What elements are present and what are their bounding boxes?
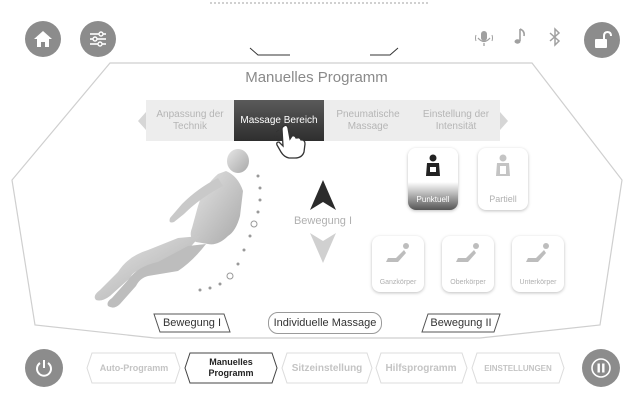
recline-body-icon (526, 243, 549, 262)
nav-hilfsprogramm[interactable]: Hilfsprogramm (378, 352, 464, 384)
bluetooth-button[interactable] (547, 27, 563, 51)
mode-unterkoerper[interactable]: Unterkörper (512, 236, 564, 292)
up-arrow-icon[interactable] (310, 180, 336, 212)
tab-left-arrow-icon (138, 112, 146, 130)
tab-intensitaet[interactable]: Einstellung der Intensität (412, 100, 500, 141)
mode-partiell-label: Partiell (489, 194, 517, 204)
movement-label: Bewegung I (293, 215, 353, 227)
mode-unterkoerper-label: Unterkörper (519, 279, 557, 286)
music-note-icon (514, 28, 525, 44)
home-icon (34, 31, 52, 47)
mode-punktuell[interactable]: Punktuell (408, 148, 458, 210)
nav-auto-programm[interactable]: Auto-Programm (90, 352, 178, 384)
bluetooth-icon (549, 27, 561, 47)
bewegung-2-button[interactable]: Bewegung II (420, 313, 502, 333)
body-front-icon (426, 154, 440, 176)
bewegung-1-button[interactable]: Bewegung I (152, 313, 232, 333)
recline-body-icon (386, 243, 409, 262)
nav-sitzeinstellung[interactable]: Sitzeinstellung (284, 352, 370, 384)
tab-technik[interactable]: Anpassung der Technik (146, 100, 234, 141)
individuelle-massage-button[interactable]: Individuelle Massage (268, 312, 382, 334)
mode-punktuell-label: Punktuell (416, 195, 450, 204)
nav-manuelles-programm[interactable]: Manuelles Programm (190, 352, 272, 384)
nav-einstellungen[interactable]: EINSTELLUNGEN (474, 352, 562, 384)
lock-button[interactable] (584, 22, 620, 58)
pause-button[interactable] (582, 349, 620, 387)
recline-body-icon (456, 243, 479, 262)
hand-pointer-icon (274, 124, 306, 159)
tab-pneumatische[interactable]: Pneumatische Massage (324, 100, 412, 141)
microphone-button[interactable] (474, 28, 494, 52)
mode-oberkoerper-label: Oberkörper (450, 279, 486, 286)
pause-icon (591, 358, 611, 378)
page-title: Manuelles Programm (245, 69, 388, 86)
tab-bar: Anpassung der Technik Massage Bereich Pn… (138, 100, 508, 141)
mode-partiell[interactable]: Partiell (478, 148, 528, 210)
tab-right-arrow-icon (500, 112, 508, 130)
sliders-icon (90, 31, 106, 47)
music-button[interactable] (510, 26, 530, 50)
unlock-icon (595, 31, 612, 48)
mode-ganzkoerper[interactable]: Ganzkörper (372, 236, 424, 292)
massage-track-dots (198, 174, 262, 292)
down-arrow-icon[interactable] (310, 233, 336, 263)
settings-button[interactable] (80, 21, 116, 57)
microphone-icon (475, 31, 493, 46)
mode-ganzkoerper-label: Ganzkörper (379, 279, 417, 286)
mode-oberkoerper[interactable]: Oberkörper (442, 236, 494, 292)
body-front-icon (496, 154, 510, 176)
home-button[interactable] (25, 21, 61, 57)
